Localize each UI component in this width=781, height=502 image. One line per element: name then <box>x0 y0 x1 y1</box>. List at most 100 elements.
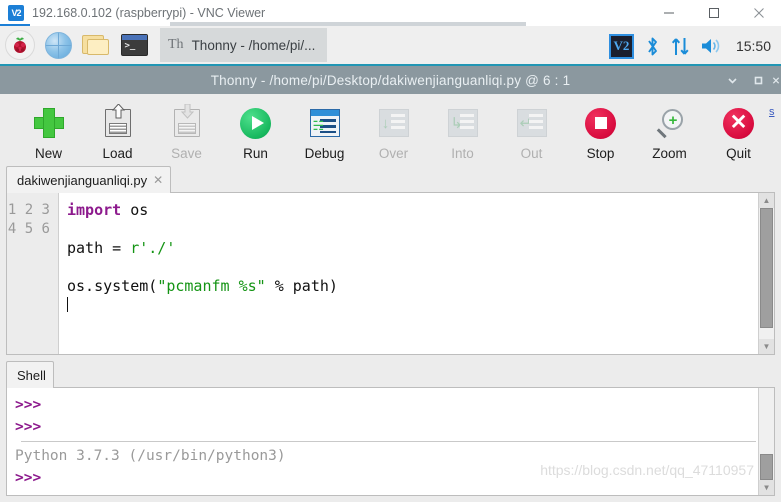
web-browser-button[interactable] <box>40 27 76 63</box>
shell-prompt: >>> <box>15 419 42 435</box>
toolbar-button-into[interactable]: ↳ Into <box>428 98 497 161</box>
step-over-icon: ↓ <box>378 102 409 144</box>
terminal-prompt-glyph: >_ <box>124 41 136 51</box>
shell-prompt: >>> <box>15 397 42 413</box>
debug-icon: ☵ <box>309 102 340 144</box>
raspberry-pi-menu-button[interactable] <box>2 27 38 63</box>
bluetooth-icon[interactable] <box>645 36 660 57</box>
load-file-icon <box>104 102 131 144</box>
code-keyword-import: import <box>67 201 122 219</box>
shell-tab-label: Shell <box>17 367 46 383</box>
raspberry-pi-icon <box>5 30 35 60</box>
thonny-window: Thonny - /home/pi/Desktop/dakiwenjiangua… <box>0 66 781 502</box>
shell-separator <box>21 441 756 442</box>
thonny-icon: Th <box>168 37 184 52</box>
scrollbar-thumb[interactable] <box>760 208 773 328</box>
code-call-ossystem: os.system( <box>67 277 158 295</box>
code-modulo-path: % path) <box>265 277 338 295</box>
zoom-icon: + <box>655 102 685 144</box>
shell-console[interactable]: >>> >>> Python 3.7.3 (/usr/bin/python3) … <box>6 388 775 496</box>
vnc-window-title: 192.168.0.102 (raspberrypi) - VNC Viewer <box>32 6 266 20</box>
editor-vertical-scrollbar[interactable]: ▲ ▼ <box>758 193 774 354</box>
toolbar-button-load[interactable]: Load <box>83 98 152 161</box>
step-out-icon: ↵ <box>516 102 547 144</box>
editor-notebook: dakiwenjianguanliqi.py ✕ 1 2 3 4 5 6 imp… <box>6 166 775 355</box>
editor-tab-label: dakiwenjianguanliqi.py <box>17 172 148 188</box>
watermark-fragment: s <box>769 106 775 118</box>
shell-vertical-scrollbar[interactable]: ▼ <box>758 388 774 495</box>
maximize-icon[interactable] <box>745 66 771 94</box>
vnc-logo-icon: V2 <box>8 5 24 21</box>
vnc-viewer-titlebar: V2 192.168.0.102 (raspberrypi) - VNC Vie… <box>0 0 781 27</box>
quit-icon: ✕ <box>723 102 754 144</box>
vnc-server-tray-icon[interactable]: V2 <box>608 33 634 59</box>
toolbar-label-run: Run <box>243 146 268 161</box>
close-icon[interactable]: ✕ <box>153 173 163 187</box>
shell-tab[interactable]: Shell <box>6 361 54 388</box>
editor-tabstrip-filler <box>171 167 775 193</box>
toolbar-button-stop[interactable]: Stop <box>566 98 635 161</box>
scroll-down-icon[interactable]: ▼ <box>758 339 774 354</box>
line-numbers: 1 2 3 4 5 6 <box>7 202 50 237</box>
toolbar-label-load: Load <box>102 146 133 161</box>
toolbar-button-quit[interactable]: ✕ Quit <box>704 98 773 161</box>
toolbar-button-run[interactable]: Run <box>221 98 290 161</box>
code-text[interactable]: import os path = r'./' os.system("pcmanf… <box>59 193 774 354</box>
code-assign-path: path = <box>67 239 131 257</box>
terminal-button[interactable]: >_ <box>116 27 152 63</box>
new-file-icon <box>33 102 64 144</box>
toolbar-button-new[interactable]: New <box>14 98 83 161</box>
screen: V2 192.168.0.102 (raspberrypi) - VNC Vie… <box>0 0 781 502</box>
toolbar-label-quit: Quit <box>726 146 751 161</box>
file-manager-button[interactable] <box>78 27 114 63</box>
toolbar-button-save[interactable]: Save <box>152 98 221 161</box>
network-icon[interactable] <box>671 36 690 57</box>
chevron-down-icon[interactable] <box>719 66 745 94</box>
shell-tabstrip: Shell <box>6 361 775 388</box>
editor-tabstrip: dakiwenjianguanliqi.py ✕ <box>6 166 775 193</box>
volume-icon[interactable] <box>701 37 722 55</box>
system-tray: V2 15:50 <box>608 26 775 66</box>
thonny-window-title: Thonny - /home/pi/Desktop/dakiwenjiangua… <box>210 72 571 88</box>
editor-tab-dakiwenjianguanliqi[interactable]: dakiwenjianguanliqi.py ✕ <box>6 166 172 193</box>
watermark: https://blog.csdn.net/qq_47110957 <box>540 462 754 478</box>
maximize-icon[interactable] <box>691 0 736 26</box>
run-icon <box>240 102 271 144</box>
toolbar-label-new: New <box>34 146 62 161</box>
scroll-up-icon[interactable]: ▲ <box>758 193 774 208</box>
scroll-down-icon[interactable]: ▼ <box>758 480 774 495</box>
globe-icon <box>44 31 72 59</box>
shell-notebook: Shell >>> >>> Python 3.7.3 (/usr/bin/pyt… <box>6 361 775 496</box>
toolbar-label-over: Over <box>378 146 409 161</box>
toolbar-label-save: Save <box>171 146 202 161</box>
taskbar-window-button-thonny[interactable]: Th Thonny - /home/pi/... <box>160 28 328 62</box>
code-module-os: os <box>121 201 149 219</box>
thonny-window-controls <box>719 66 781 94</box>
clock[interactable]: 15:50 <box>736 38 771 54</box>
vnc-window-controls <box>646 0 781 26</box>
line-number-gutter: 1 2 3 4 5 6 <box>7 193 59 354</box>
toolbar-button-debug[interactable]: ☵ Debug <box>290 98 359 161</box>
step-into-icon: ↳ <box>447 102 478 144</box>
toolbar-label-stop: Stop <box>586 146 615 161</box>
code-string-pcmanfm: "pcmanfm %s" <box>157 277 266 295</box>
taskbar-window-label: Thonny - /home/pi/... <box>191 37 316 53</box>
toolbar-button-zoom[interactable]: + Zoom <box>635 98 704 161</box>
code-editor[interactable]: 1 2 3 4 5 6 import os path = r'./' os.sy… <box>6 193 775 355</box>
toolbar-button-over[interactable]: ↓ Over <box>359 98 428 161</box>
toolbar-label-out: Out <box>520 146 543 161</box>
close-icon[interactable] <box>736 0 781 26</box>
minimize-icon[interactable] <box>646 0 691 26</box>
stop-icon <box>585 102 616 144</box>
folder-icon <box>82 34 110 56</box>
code-string-rawpath: r'./' <box>130 239 176 257</box>
thonny-toolbar: New Load Save Run ☵ Debug ↓ Over ↳ Into … <box>0 94 781 166</box>
toolbar-label-debug: Debug <box>304 146 345 161</box>
text-caret <box>67 297 68 312</box>
shell-tabstrip-filler <box>53 362 775 388</box>
terminal-icon: >_ <box>120 34 148 56</box>
save-file-icon <box>173 102 200 144</box>
close-icon[interactable] <box>771 66 781 94</box>
toolbar-label-zoom: Zoom <box>652 146 687 161</box>
toolbar-button-out[interactable]: ↵ Out <box>497 98 566 161</box>
